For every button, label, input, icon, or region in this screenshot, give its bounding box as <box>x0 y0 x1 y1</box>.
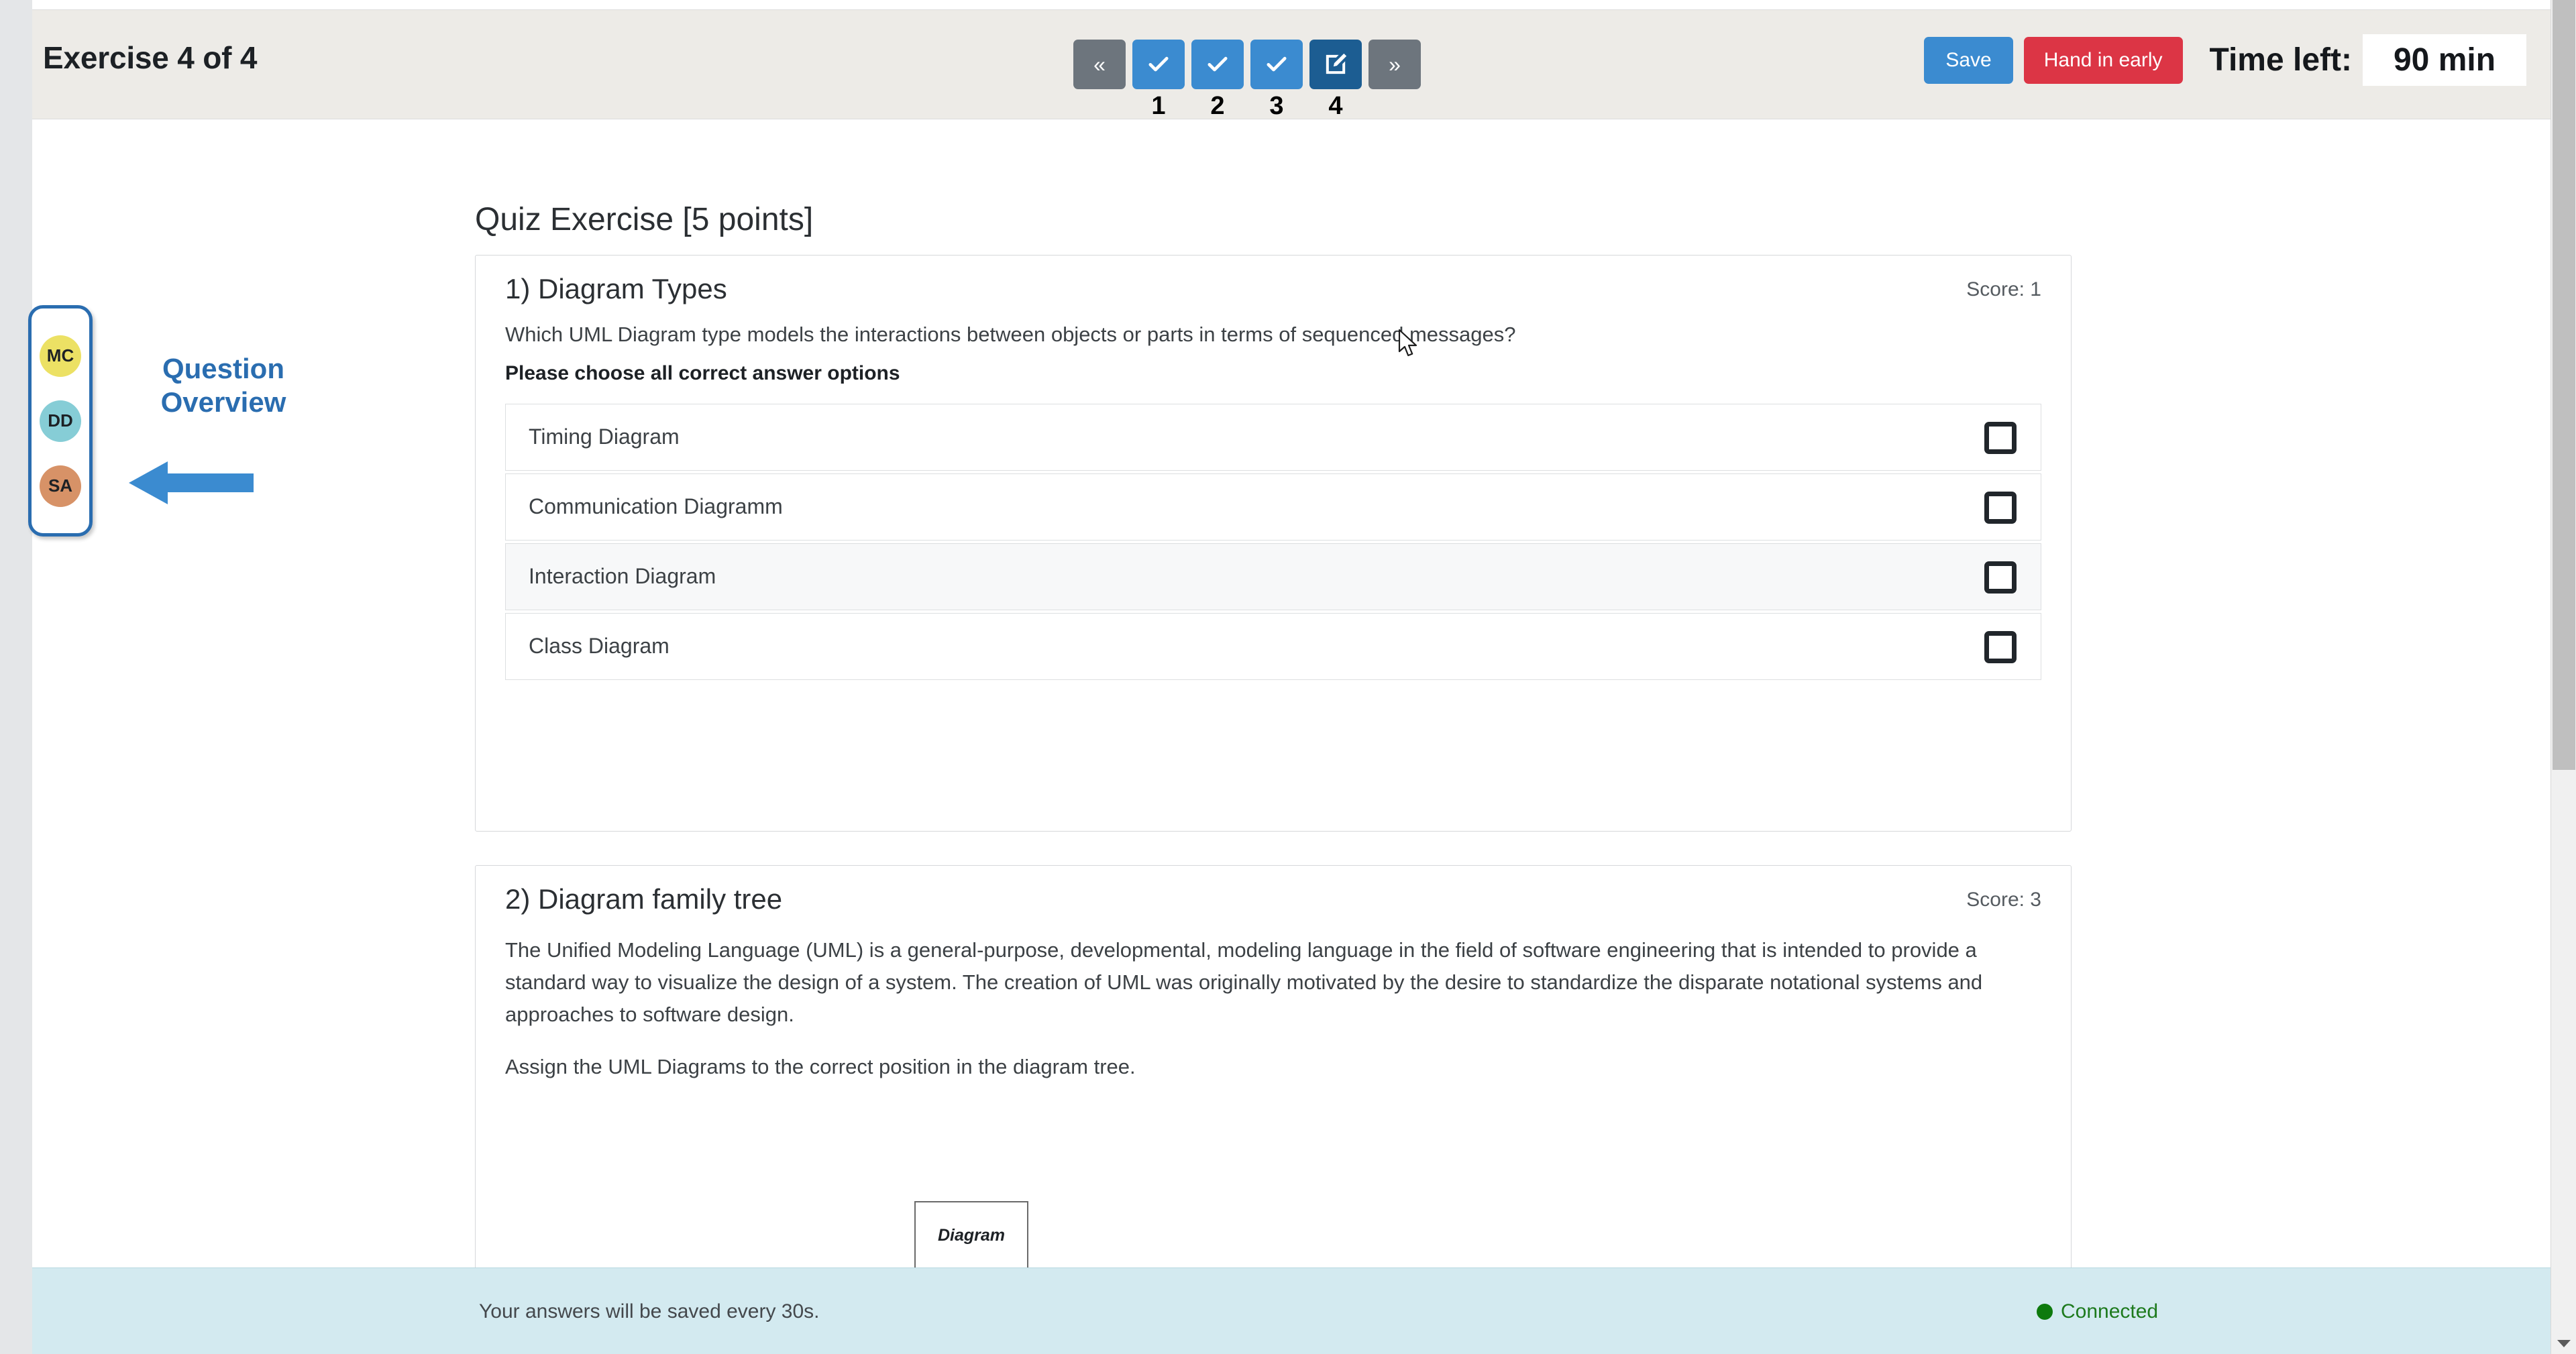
answer-option-label: Timing Diagram <box>529 425 680 449</box>
answer-option-row[interactable]: Class Diagram <box>505 612 2041 680</box>
question-overview-panel[interactable]: MC DD SA <box>28 305 93 537</box>
save-button[interactable]: Save <box>1924 36 2013 84</box>
answer-option-label: Class Diagram <box>529 634 669 659</box>
check-icon <box>1267 56 1287 72</box>
scrollbar-thumb[interactable] <box>2553 0 2575 770</box>
question-card-1: 1) Diagram Types Score: 1 Which UML Diag… <box>475 255 2072 832</box>
hand-in-early-button[interactable]: Hand in early <box>2023 36 2183 84</box>
app-window: Exercise 4 of 4 « 1 2 3 4 » Save Hand in… <box>0 0 2576 1354</box>
question-score-2: Score: 3 <box>1966 889 2041 911</box>
left-gutter <box>0 0 32 1354</box>
answer-option-row[interactable]: Timing Diagram <box>505 403 2041 471</box>
edit-pencil-icon <box>1326 53 1347 74</box>
annotation-label: Question Overview <box>146 352 301 418</box>
exam-application: Exercise 4 of 4 « 1 2 3 4 » Save Hand in… <box>32 0 2551 1354</box>
page-title: Exercise 4 of 4 <box>43 40 258 75</box>
quiz-exercise-title: Quiz Exercise [5 points] <box>475 202 814 237</box>
next-exercise-button[interactable]: » <box>1368 40 1421 89</box>
question-score-1: Score: 1 <box>1966 278 2041 300</box>
avatar[interactable]: DD <box>40 400 81 442</box>
autosave-note: Your answers will be saved every 30s. <box>479 1300 820 1322</box>
question-prompt-1: Which UML Diagram type models the intera… <box>505 323 1516 346</box>
question-nav-item-4[interactable]: 4 <box>1309 40 1362 119</box>
question-title-2: 2) Diagram family tree <box>505 883 783 915</box>
answer-option-label: Communication Diagramm <box>529 494 783 519</box>
status-footer: Your answers will be saved every 30s. Co… <box>32 1267 2551 1354</box>
question-nav-item-3[interactable]: 3 <box>1250 40 1303 119</box>
answer-option-row[interactable]: Interaction Diagram <box>505 543 2041 610</box>
uml-diagram-tree: Diagram Behaviour Structure <box>914 1201 1028 1267</box>
question-header-1: 1) Diagram Types Score: 1 <box>476 256 2071 320</box>
connection-status-label: Connected <box>2061 1300 2159 1322</box>
avatar[interactable]: MC <box>40 335 81 377</box>
annotation-label-line1: Question <box>162 353 284 384</box>
question-instruction-2: Assign the UML Diagrams to the correct p… <box>505 1055 1136 1079</box>
question-nav-number-3: 3 <box>1269 92 1284 120</box>
exam-header: Exercise 4 of 4 « 1 2 3 4 » Save Hand in… <box>32 9 2551 119</box>
question-nav-number-4: 4 <box>1328 92 1343 120</box>
question-nav-item-1[interactable]: 1 <box>1132 40 1185 119</box>
question-navigation[interactable]: « 1 2 3 4 » <box>1073 40 1421 119</box>
scroll-down-arrow-icon[interactable] <box>2557 1340 2571 1347</box>
question-title-1: 1) Diagram Types <box>505 273 727 304</box>
question-nav-number-2: 2 <box>1210 92 1225 120</box>
left-arrow-icon <box>129 461 254 504</box>
question-hint-1: Please choose all correct answer options <box>505 361 900 384</box>
annotation-label-line2: Overview <box>160 386 286 418</box>
check-icon <box>1208 56 1228 72</box>
answer-checkbox[interactable] <box>1984 421 2017 454</box>
answer-checkbox[interactable] <box>1984 561 2017 594</box>
page-scrollbar[interactable] <box>2551 0 2576 1354</box>
check-icon <box>1148 56 1169 72</box>
uml-node-root: Diagram <box>938 1226 1005 1245</box>
answer-option-row[interactable]: Communication Diagramm <box>505 473 2041 541</box>
prev-exercise-button[interactable]: « <box>1073 40 1126 89</box>
answer-checkbox[interactable] <box>1984 630 2017 663</box>
time-left-value: 90 min <box>2363 34 2526 86</box>
question-paragraph-2: The Unified Modeling Language (UML) is a… <box>505 938 1983 1027</box>
exam-content: Quiz Exercise [5 points] 1) Diagram Type… <box>32 121 2551 1267</box>
avatar[interactable]: SA <box>40 465 81 507</box>
question-nav-item-2[interactable]: 2 <box>1191 40 1244 119</box>
answer-checkbox[interactable] <box>1984 491 2017 524</box>
time-left-label: Time left: <box>2209 42 2352 78</box>
answer-option-label: Interaction Diagram <box>529 564 716 589</box>
question-header-2: 2) Diagram family tree Score: 3 <box>476 866 2071 930</box>
connection-status: Connected <box>2037 1300 2158 1323</box>
status-dot-icon <box>2037 1304 2053 1320</box>
header-actions: Save Hand in early Time left: 90 min <box>1924 34 2526 86</box>
question-nav-number-1: 1 <box>1151 92 1166 120</box>
answer-options-list: Timing Diagram Communication Diagramm In… <box>505 403 2041 680</box>
